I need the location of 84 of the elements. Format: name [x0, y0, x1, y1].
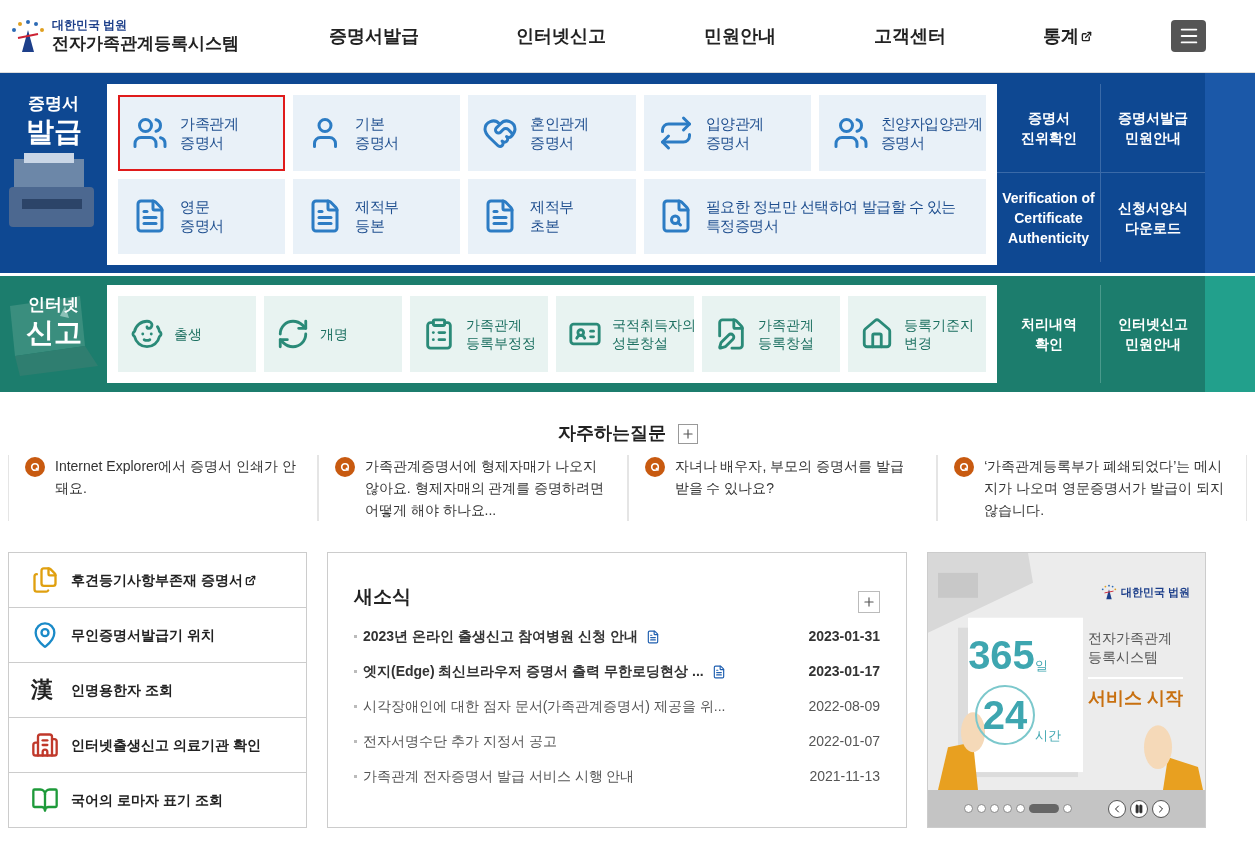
question-icon [334, 457, 355, 477]
section-title: 발급 [25, 115, 82, 150]
news-link[interactable]: 2023년 온라인 출생신고 참여병원 신청 안내 [363, 626, 638, 647]
menu-button[interactable] [1171, 20, 1206, 52]
certificate-tile[interactable]: 가족관계 증명서 [118, 95, 286, 171]
question-icon [25, 457, 45, 477]
news-date: 2022-08-09 [808, 697, 880, 716]
banner-logo-text: 대한민국 법원 [1121, 584, 1191, 600]
report-tile[interactable]: 출생 [118, 296, 256, 372]
news-title: 새소식 [354, 584, 411, 609]
certificate-tile[interactable]: 혼인관계 증명서 [468, 95, 636, 171]
report-tile[interactable]: 가족관계 등록창설 [702, 296, 840, 372]
hours-unit: 시간 [1035, 726, 1062, 745]
external-link-icon [244, 574, 256, 586]
certificate-tile[interactable]: 입양관계 증명서 [643, 95, 811, 171]
question-icon [954, 457, 975, 477]
question-icon [644, 457, 665, 477]
quick-link[interactable]: 漢 인명용한자 조회 [9, 662, 306, 717]
tile-icon [860, 317, 894, 351]
section-label: 증명서 [28, 93, 79, 115]
news-date: 2023-01-31 [808, 627, 880, 646]
faq-link[interactable]: 자녀나 배우자, 부모의 증명서를 발급 받을 수 있나요? [674, 455, 921, 521]
certificate-tile[interactable]: 기본 증명서 [293, 95, 461, 171]
more-button[interactable] [677, 423, 698, 444]
nav-link[interactable]: 민원안내 [704, 22, 776, 50]
new-post-icon [711, 664, 726, 679]
quick-link[interactable]: 국어의 로마자 표기 조회 [9, 772, 306, 827]
quick-link-icon [31, 786, 59, 814]
tile-icon [276, 317, 310, 351]
tile-icon [130, 317, 164, 351]
external-link-icon [1081, 30, 1093, 42]
report-tile[interactable]: 국적취득자의 성본창설 [556, 296, 694, 372]
faq-title: 자주하는질문 [557, 422, 666, 445]
faq-link[interactable]: ‘가족관계등록부가 폐쇄되었다’는 메시지가 나오며 영문증명서가 발급이 되지 않습니다. [984, 455, 1230, 521]
nav-link[interactable]: 인터넷신고 [516, 22, 607, 50]
news-link[interactable]: 엣지(Edge) 최신브라우저 증명서 출력 무한로딩현상 ... [363, 661, 704, 682]
hours-number: 24 [974, 685, 1036, 745]
court-logo-icon [1100, 583, 1118, 601]
certificate-tile[interactable]: 제적부 초본 [468, 178, 636, 254]
report-tile[interactable]: 가족관계 등록부정정 [410, 296, 548, 372]
nav-link[interactable]: 고객센터 [873, 22, 946, 50]
news-link[interactable]: 시각장애인에 대한 점자 문서(가족관계증명서) 제공을 위... [363, 696, 726, 717]
plus-icon [862, 595, 876, 609]
new-post-icon [645, 629, 660, 644]
plus-icon [680, 426, 695, 441]
days-number: 365 [968, 635, 1035, 675]
pause-button[interactable] [1129, 799, 1148, 818]
banner-headline: 서비스 시작 [1088, 677, 1183, 712]
report-tile[interactable]: 등록기준지 변경 [848, 296, 986, 372]
news-link[interactable]: 전자서명수단 추가 지정서 공고 [363, 731, 557, 752]
news-date: 2021-11-13 [809, 767, 880, 786]
next-button[interactable] [1151, 799, 1170, 818]
nav-link[interactable]: 증명서발급 [328, 22, 419, 50]
quick-link-icon [31, 731, 59, 759]
more-button[interactable] [858, 591, 880, 613]
quick-link[interactable]: 후견등기사항부존재 증명서 [9, 553, 306, 607]
side-link[interactable]: 신청서양식 다운로드 [1101, 173, 1205, 262]
certificate-tile[interactable]: 영문 증명서 [118, 178, 286, 254]
nav-link[interactable]: 통계 [1043, 22, 1093, 50]
news-link[interactable]: 가족관계 전자증명서 발급 서비스 시행 안내 [363, 766, 635, 787]
side-link[interactable]: 처리내역 확인 [997, 285, 1101, 383]
report-tile[interactable]: 개명 [264, 296, 402, 372]
pause-icon [1133, 803, 1144, 814]
hanja-icon: 漢 [31, 679, 59, 701]
certificate-tile[interactable]: 제적부 등본 [293, 178, 461, 254]
quick-link[interactable]: 인터넷출생신고 의료기관 확인 [9, 717, 306, 772]
section-title: 신고 [25, 316, 82, 351]
previous-button[interactable] [1107, 799, 1126, 818]
days-unit: 일 [1034, 656, 1048, 675]
news-date: 2022-01-07 [808, 732, 880, 751]
quick-link-icon [31, 566, 59, 594]
faq-link[interactable]: 가족관계증명서에 형제자매가 나오지 않아요. 형제자매의 관계를 증명하려면 어떻게 해야 하나요... [364, 455, 611, 521]
faq-link[interactable]: Internet Explorer에서 증명서 인쇄가 안돼요. [55, 455, 301, 521]
logo-title: 전자가족관계등록시스템 [52, 32, 239, 55]
side-link[interactable]: Verification of Certificate Authenticity [997, 173, 1101, 262]
certificate-tile[interactable]: 친양자입양관계 증명서 [818, 95, 986, 171]
quick-link[interactable]: 무인증명서발급기 위치 [9, 607, 306, 662]
news-date: 2023-01-17 [808, 662, 880, 681]
logo-subtitle: 대한민국 법원 [52, 17, 129, 33]
side-link[interactable]: 인터넷신고 민원안내 [1101, 285, 1205, 383]
section-label: 인터넷 [28, 294, 79, 316]
certificate-tile[interactable]: 필요한 정보만 선택하여 발급할 수 있는 특정증명서 [643, 178, 986, 254]
side-link[interactable]: 증명서 진위확인 [997, 84, 1101, 173]
banner-system-name: 전자가족관계 등록시스템 [1088, 629, 1172, 667]
